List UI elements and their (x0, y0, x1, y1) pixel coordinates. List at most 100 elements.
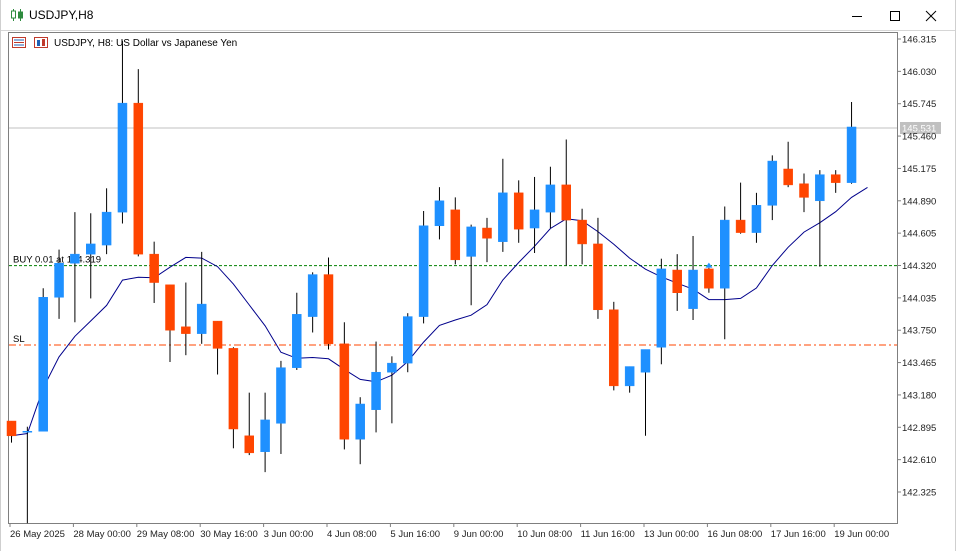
candle[interactable] (609, 301, 619, 391)
candle-body (149, 253, 159, 283)
candle-body (323, 274, 334, 345)
minimize-icon (852, 15, 862, 17)
y-tick-label: 144.320 (902, 261, 936, 272)
x-tick-label: 11 Jun 16:00 (581, 529, 635, 540)
candle-body (276, 367, 286, 424)
candle-body (498, 192, 508, 242)
candle-body (672, 269, 682, 293)
stop-loss-label: SL (13, 334, 25, 345)
candle-body (292, 314, 302, 368)
x-tick-label: 26 May 2025 (10, 529, 65, 540)
candle-body (593, 243, 603, 311)
maximize-button[interactable] (878, 0, 912, 31)
y-tick-label: 142.325 (902, 488, 936, 499)
candle-body (751, 205, 762, 233)
candle[interactable] (403, 313, 413, 373)
candle[interactable] (38, 288, 48, 432)
y-tick-label: 146.315 (902, 35, 936, 46)
candle-body (640, 349, 651, 373)
candle-body (561, 184, 571, 221)
x-tick-label: 30 May 16:00 (200, 529, 258, 540)
candle-body (656, 268, 667, 348)
candle-body (403, 316, 413, 364)
candle-body (339, 343, 350, 440)
candle-body (830, 174, 841, 183)
window-border-left (0, 0, 1, 551)
chart-area[interactable]: USDJPY, H8: US Dollar vs Japanese Yen 14… (0, 31, 956, 551)
candle-body (482, 227, 492, 239)
candle-body (86, 243, 96, 255)
candle-body (117, 102, 128, 213)
x-tick-label: 29 May 08:00 (137, 529, 195, 540)
candle-body (799, 183, 809, 198)
candle-body (529, 209, 540, 229)
chart-properties-icon[interactable] (34, 37, 48, 48)
candle-body (450, 209, 461, 261)
candle-body (688, 269, 698, 309)
x-tick-label: 9 Jun 00:00 (454, 529, 504, 540)
candle-body (466, 226, 476, 257)
maximize-icon (890, 10, 900, 21)
candle-body (783, 168, 793, 186)
candle-body (418, 225, 429, 317)
candle-body (355, 403, 365, 440)
candle-body (513, 192, 524, 230)
x-tick-label: 19 Jun 00:00 (834, 529, 889, 540)
candle-body (767, 160, 778, 206)
x-tick-label: 4 Jun 08:00 (327, 529, 377, 540)
y-tick-label: 142.895 (902, 423, 936, 434)
y-tick-label: 146.030 (902, 67, 936, 78)
candle-body (624, 366, 635, 387)
candle-body (307, 274, 318, 317)
y-tick-label: 145.460 (902, 132, 936, 143)
candle-body (212, 320, 223, 349)
candle-body (6, 420, 17, 437)
indicator-list-icon[interactable] (12, 37, 26, 48)
candle[interactable] (418, 211, 429, 324)
minimize-button[interactable] (840, 0, 874, 31)
candle-body (704, 268, 714, 289)
y-tick-label: 145.745 (902, 99, 936, 110)
y-tick-label: 143.750 (902, 326, 936, 337)
candlestick-chart-icon (10, 8, 24, 27)
chart-header-text: USDJPY, H8: US Dollar vs Japanese Yen (54, 38, 237, 49)
close-icon (925, 10, 937, 21)
y-tick-label: 143.465 (902, 358, 936, 369)
candle-body (181, 326, 191, 334)
candle-body (609, 309, 619, 387)
candle-body (54, 262, 64, 298)
price-chart[interactable]: USDJPY, H8: US Dollar vs Japanese Yen 14… (0, 31, 956, 551)
candle-body (815, 174, 825, 202)
candle-body (735, 219, 746, 233)
candle-body (165, 284, 175, 331)
candle-body (22, 431, 33, 433)
candle-body (846, 126, 857, 183)
candle-body (371, 371, 381, 410)
candle-body (244, 435, 254, 454)
candle-body (434, 200, 445, 227)
x-tick-label: 3 Jun 00:00 (264, 529, 314, 540)
close-button[interactable] (914, 0, 948, 31)
x-tick-label: 28 May 00:00 (73, 529, 131, 540)
y-tick-label: 142.610 (902, 455, 936, 466)
candle-body (101, 211, 112, 246)
window-title-bar[interactable]: USDJPY,H8 (0, 0, 956, 31)
candle-body (545, 184, 556, 213)
y-tick-label: 145.175 (902, 164, 936, 175)
x-tick-label: 17 Jun 16:00 (771, 529, 826, 540)
window-title: USDJPY,H8 (29, 8, 94, 22)
y-tick-label: 144.035 (902, 293, 936, 304)
x-tick-label: 16 Jun 08:00 (707, 529, 762, 540)
y-tick-label: 144.605 (902, 229, 936, 240)
x-tick-label: 13 Jun 00:00 (644, 529, 699, 540)
candle-body (577, 219, 587, 245)
candle-body (70, 253, 80, 264)
y-tick-label: 144.890 (902, 196, 936, 207)
x-tick-label: 5 Jun 16:00 (390, 529, 440, 540)
candle-body (38, 297, 48, 432)
y-tick-label: 143.180 (902, 390, 936, 401)
candle-body (228, 348, 239, 430)
candle-body (720, 219, 730, 289)
candle-body (196, 303, 207, 334)
candle-body (260, 419, 270, 452)
